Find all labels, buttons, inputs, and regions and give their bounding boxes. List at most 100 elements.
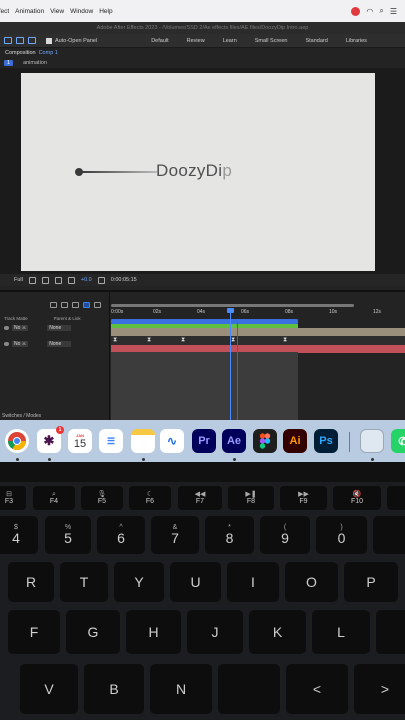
channel-icon[interactable]: [67, 276, 75, 284]
workspace-small-screen[interactable]: Small Screen: [255, 38, 288, 44]
key-icon: ☾: [146, 490, 154, 498]
key-y: Y: [114, 562, 164, 602]
key-label: F6: [145, 498, 155, 505]
playhead-line[interactable]: [230, 310, 231, 422]
notes-icon[interactable]: [131, 429, 155, 453]
control-center-icon[interactable]: ☰: [390, 7, 397, 16]
grid-icon[interactable]: [41, 276, 49, 284]
eye-icon[interactable]: [4, 342, 9, 346]
layer-row[interactable]: No ⚔ None: [0, 324, 110, 332]
key-f8: ▶❚ F8: [228, 486, 274, 510]
layer-row[interactable]: No ⚔ None: [0, 340, 110, 348]
whatsapp-icon[interactable]: ✆: [391, 429, 405, 453]
key-f5: 🎙 F5: [81, 486, 123, 510]
keyframe-icon[interactable]: ⧗: [231, 337, 235, 344]
record-icon[interactable]: [351, 6, 361, 16]
ruler-tick: 12s: [373, 309, 382, 315]
workspace-review[interactable]: Review: [187, 38, 205, 44]
composition-viewer[interactable]: DoozyDip: [0, 68, 405, 274]
end-marker: [237, 322, 238, 422]
ruler-tick: 08s: [285, 309, 294, 315]
figma-icon[interactable]: [253, 429, 277, 453]
slack-icon[interactable]: ✱ 1: [37, 426, 64, 453]
keyframe-icon[interactable]: ⧗: [181, 337, 185, 344]
premiere-label: Pr: [198, 435, 210, 447]
quality-select[interactable]: Full: [14, 277, 23, 283]
key-n: N: [150, 664, 212, 714]
key-b: B: [84, 664, 144, 714]
dock-separator: [349, 432, 350, 452]
keyframe-icon[interactable]: ⧗: [113, 337, 117, 344]
key-p: P: [344, 562, 398, 602]
menu-view[interactable]: View: [50, 8, 70, 15]
photoshop-icon[interactable]: Ps: [314, 429, 338, 453]
premiere-pro-icon[interactable]: Pr: [192, 429, 216, 453]
draft-3d-icon[interactable]: [50, 302, 57, 308]
composition-tab-label: Composition: [5, 50, 36, 56]
eye-icon[interactable]: [4, 326, 9, 330]
parent-link-header: Parent & Link: [53, 315, 81, 321]
search-icon[interactable]: ⌕: [379, 6, 383, 16]
preview-icon[interactable]: [360, 429, 384, 453]
calendar-icon[interactable]: JAN 15: [68, 429, 92, 453]
slack-badge: 1: [56, 426, 64, 434]
key-label: F7: [195, 498, 205, 505]
composition-canvas[interactable]: DoozyDip: [21, 73, 375, 271]
work-area-region: [111, 352, 298, 422]
menu-window[interactable]: Window: [70, 8, 99, 15]
workspace-default[interactable]: Default: [151, 38, 168, 44]
shy-icon[interactable]: [61, 302, 68, 308]
zoom-tool-icon[interactable]: [28, 37, 36, 44]
key-v: V: [20, 664, 78, 714]
track-matte-select[interactable]: No ⚔: [12, 325, 29, 331]
motion-blur-icon[interactable]: [83, 302, 90, 308]
key-label: I: [251, 573, 255, 590]
timeline-zoom-scrollbar[interactable]: [111, 304, 354, 307]
macos-menubar: ffect Animation View Window Help ◠ ⌕ ☰: [0, 0, 405, 22]
freeform-icon[interactable]: ∿: [160, 429, 184, 453]
key-m: [218, 664, 280, 714]
reminders-icon[interactable]: ☰: [99, 429, 123, 453]
workspace-libraries[interactable]: Libraries: [346, 38, 367, 44]
current-timecode[interactable]: 0:00:05:15: [111, 277, 137, 283]
wifi-icon[interactable]: ◠: [366, 7, 373, 16]
chrome-icon[interactable]: [5, 429, 29, 453]
region-icon[interactable]: [28, 276, 36, 284]
workspace-standard[interactable]: Standard: [305, 38, 327, 44]
key-label: U: [190, 573, 201, 590]
composition-panel-tab[interactable]: Composition Comp 1: [0, 48, 405, 58]
after-effects-icon[interactable]: Ae: [222, 429, 246, 453]
after-effects-window: Adobe After Effects 2023 - /Volumes/SSD …: [0, 22, 405, 422]
timeline-tracks[interactable]: 0:00s 02s 04s 06s 08s 10s 12s ⧗ ⧗ ⧗ ⧗ ⧗: [111, 292, 405, 422]
parent-select[interactable]: None: [47, 341, 72, 347]
time-ruler[interactable]: 0:00s 02s 04s 06s 08s 10s 12s: [111, 308, 405, 318]
selection-tool-icon[interactable]: [4, 37, 12, 44]
comp-subtab-animation[interactable]: animation: [23, 60, 47, 66]
timeline-switches: [50, 302, 101, 308]
keyframe-row: [111, 336, 405, 345]
parent-select[interactable]: None: [47, 325, 72, 331]
auto-open-checkbox[interactable]: [46, 37, 52, 44]
layer-bar[interactable]: [111, 328, 405, 336]
workspace-learn[interactable]: Learn: [223, 38, 237, 44]
key-label: 5: [64, 530, 72, 547]
track-matte-select[interactable]: No ⚔: [12, 341, 29, 347]
key-g: G: [66, 610, 120, 654]
frame-blend-icon[interactable]: [72, 302, 79, 308]
snapshot-icon[interactable]: [97, 276, 105, 284]
hand-tool-icon[interactable]: [16, 37, 24, 44]
key-t: T: [60, 562, 108, 602]
key-label: P: [366, 573, 376, 590]
menu-animation[interactable]: Animation: [15, 8, 50, 15]
menu-help[interactable]: Help: [99, 8, 118, 15]
key-f10: 🔇 F10: [333, 486, 381, 510]
exposure-value[interactable]: +0.0: [81, 277, 92, 283]
illustrator-icon[interactable]: Ai: [283, 429, 307, 453]
keyframe-icon[interactable]: ⧗: [283, 337, 287, 344]
graph-editor-icon[interactable]: [94, 302, 101, 308]
menu-effect[interactable]: ffect: [0, 8, 15, 15]
camera-icon[interactable]: [54, 276, 62, 284]
key-l: L: [312, 610, 370, 654]
running-indicator: [142, 458, 145, 461]
keyframe-icon[interactable]: ⧗: [147, 337, 151, 344]
